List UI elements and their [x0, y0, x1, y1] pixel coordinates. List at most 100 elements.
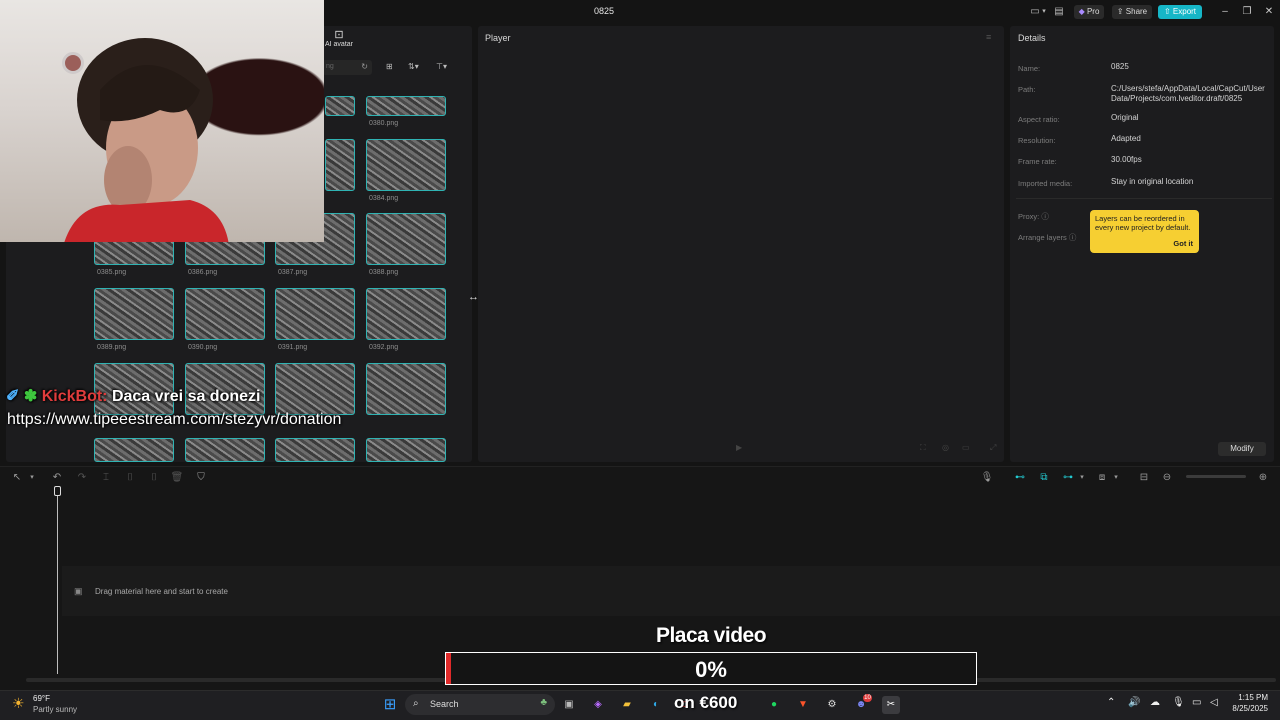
weather-icon[interactable]: ☀: [12, 695, 25, 712]
media-thumb[interactable]: [325, 96, 355, 116]
magnet-icon[interactable]: ⧉: [1037, 472, 1051, 484]
zoom-in-icon[interactable]: ⊕: [1256, 472, 1270, 484]
crop-icon[interactable]: ◎: [942, 443, 949, 452]
media-thumb[interactable]: [325, 139, 355, 191]
share-button[interactable]: ⇪ Share: [1112, 5, 1152, 19]
verified-icon: ✽: [23, 388, 38, 405]
media-thumb[interactable]: [366, 139, 446, 191]
microphone-icon[interactable]: 🎙: [980, 472, 994, 484]
media-thumb[interactable]: [366, 288, 446, 340]
taskbar-search[interactable]: ⌕ Search ♣: [405, 694, 555, 715]
media-thumb[interactable]: [366, 438, 446, 462]
grid-view-icon[interactable]: ⊞: [386, 62, 393, 71]
select-tool-icon[interactable]: ↖: [10, 472, 24, 484]
media-thumb[interactable]: [366, 96, 446, 116]
capcut-icon[interactable]: ✂: [882, 696, 900, 714]
play-icon[interactable]: ▶: [736, 443, 742, 452]
media-thumb[interactable]: [275, 438, 355, 462]
chat-message: ✐ ✽ KickBot: Daca vrei sa donezi: [6, 386, 260, 406]
redo-icon[interactable]: ↷: [75, 472, 89, 484]
donation-percent: 0%: [695, 657, 727, 682]
speaker-icon[interactable]: 🔊: [1128, 697, 1140, 708]
shield-icon[interactable]: ⛉: [194, 472, 208, 484]
split-right-icon[interactable]: ⌷: [147, 472, 161, 484]
streamer-image: [64, 38, 229, 242]
media-thumb[interactable]: [275, 363, 355, 415]
clock-date[interactable]: 8/25/2025: [1228, 704, 1268, 713]
media-thumb[interactable]: [366, 363, 446, 415]
media-thumb[interactable]: [94, 288, 174, 340]
filter-icon[interactable]: ⊤▾: [436, 62, 447, 71]
clock-time[interactable]: 1:15 PM: [1228, 693, 1268, 702]
media-search-input[interactable]: ng ↻: [322, 60, 372, 75]
export-button[interactable]: ⇧ Export: [1158, 5, 1202, 19]
close-icon[interactable]: ✕: [1260, 5, 1278, 19]
film-icon: ▣: [74, 586, 83, 596]
weather-desc[interactable]: Partly sunny: [33, 705, 77, 714]
tab-ai-avatar[interactable]: ⊡ AI avatar: [324, 28, 354, 48]
file-explorer-icon[interactable]: ▰: [618, 696, 636, 714]
network-icon[interactable]: ▭: [1192, 697, 1201, 708]
pro-button[interactable]: ◆ Pro: [1074, 5, 1104, 19]
preview-axis-icon[interactable]: ⧈: [1095, 472, 1109, 484]
detail-resolution: Adapted: [1111, 134, 1141, 143]
delete-icon[interactable]: 🗑: [170, 472, 184, 484]
chevron-down-icon[interactable]: ▾: [1040, 5, 1048, 19]
ratio-icon[interactable]: ▭: [962, 443, 970, 452]
wall-decoration: [62, 52, 84, 74]
playhead[interactable]: [57, 488, 58, 674]
search-icon: ⌕: [413, 698, 419, 709]
sort-icon[interactable]: ⇅▾: [408, 62, 419, 71]
share-icon: ⇪: [1116, 7, 1124, 16]
media-thumb[interactable]: [185, 288, 265, 340]
media-thumb[interactable]: [366, 213, 446, 265]
modify-button[interactable]: Modify: [1218, 442, 1266, 456]
cloud-icon[interactable]: ☁: [1150, 697, 1160, 708]
detail-imported-media: Stay in original location: [1111, 177, 1194, 186]
caption-icon[interactable]: ⊟: [1137, 472, 1151, 484]
media-thumb[interactable]: [275, 288, 355, 340]
media-thumb[interactable]: [185, 438, 265, 462]
menu-icon[interactable]: ≡: [986, 32, 991, 42]
tray-overflow-icon[interactable]: ⌃: [1107, 697, 1115, 708]
minimize-icon[interactable]: –: [1216, 5, 1234, 19]
chevron-down-icon[interactable]: ▾: [1075, 472, 1089, 484]
zoom-out-icon[interactable]: ⊖: [1160, 472, 1174, 484]
chat-text: Daca vrei sa donezi: [111, 388, 261, 405]
got-it-button[interactable]: Got it: [1173, 239, 1193, 248]
webcam-overlay: [0, 0, 324, 242]
discord-badge: 10: [863, 694, 872, 702]
chevron-down-icon[interactable]: ▾: [1109, 472, 1123, 484]
task-view-icon[interactable]: ▣: [560, 696, 578, 714]
split-icon[interactable]: ⌶: [99, 472, 113, 484]
start-icon[interactable]: ⊞: [381, 696, 399, 714]
volume-icon[interactable]: ◁: [1210, 697, 1218, 708]
playhead-handle[interactable]: [54, 486, 61, 496]
maximize-icon[interactable]: ❐: [1238, 5, 1256, 19]
chevron-down-icon[interactable]: ▾: [25, 472, 39, 484]
weather-temp[interactable]: 69°F: [33, 694, 50, 703]
brave-icon[interactable]: ▼: [794, 696, 812, 714]
info-icon: ⓘ: [1068, 233, 1077, 242]
zoom-slider[interactable]: [1186, 475, 1246, 478]
chat-link: https://www.tipeeestream.com/stezyvr/don…: [7, 411, 342, 428]
expand-icon[interactable]: ⤢: [990, 443, 996, 453]
shortcuts-icon[interactable]: ▤: [1052, 5, 1066, 19]
mic-tray-icon[interactable]: 🎙: [1172, 697, 1185, 708]
copilot-icon[interactable]: ◈: [589, 696, 607, 714]
undo-icon[interactable]: ↶: [50, 472, 64, 484]
sword-icon: ✐: [6, 388, 20, 405]
chain-icon[interactable]: ⊶: [1061, 472, 1075, 484]
player-panel: [478, 26, 1004, 462]
spotify-icon[interactable]: ●: [765, 696, 783, 714]
windows-taskbar: [0, 690, 1280, 720]
fullscreen-icon[interactable]: ⛶: [920, 443, 926, 453]
link-icon[interactable]: ⊷: [1013, 472, 1027, 484]
detail-aspect-ratio: Original: [1111, 113, 1139, 122]
steam-icon[interactable]: ⚙: [823, 696, 841, 714]
layers-tooltip: Layers can be reordered in every new pro…: [1090, 210, 1199, 253]
split-left-icon[interactable]: ⌷: [123, 472, 137, 484]
timeline-drop-zone[interactable]: [62, 566, 1280, 616]
edge-icon[interactable]: ◐: [647, 696, 665, 714]
media-thumb[interactable]: [94, 438, 174, 462]
